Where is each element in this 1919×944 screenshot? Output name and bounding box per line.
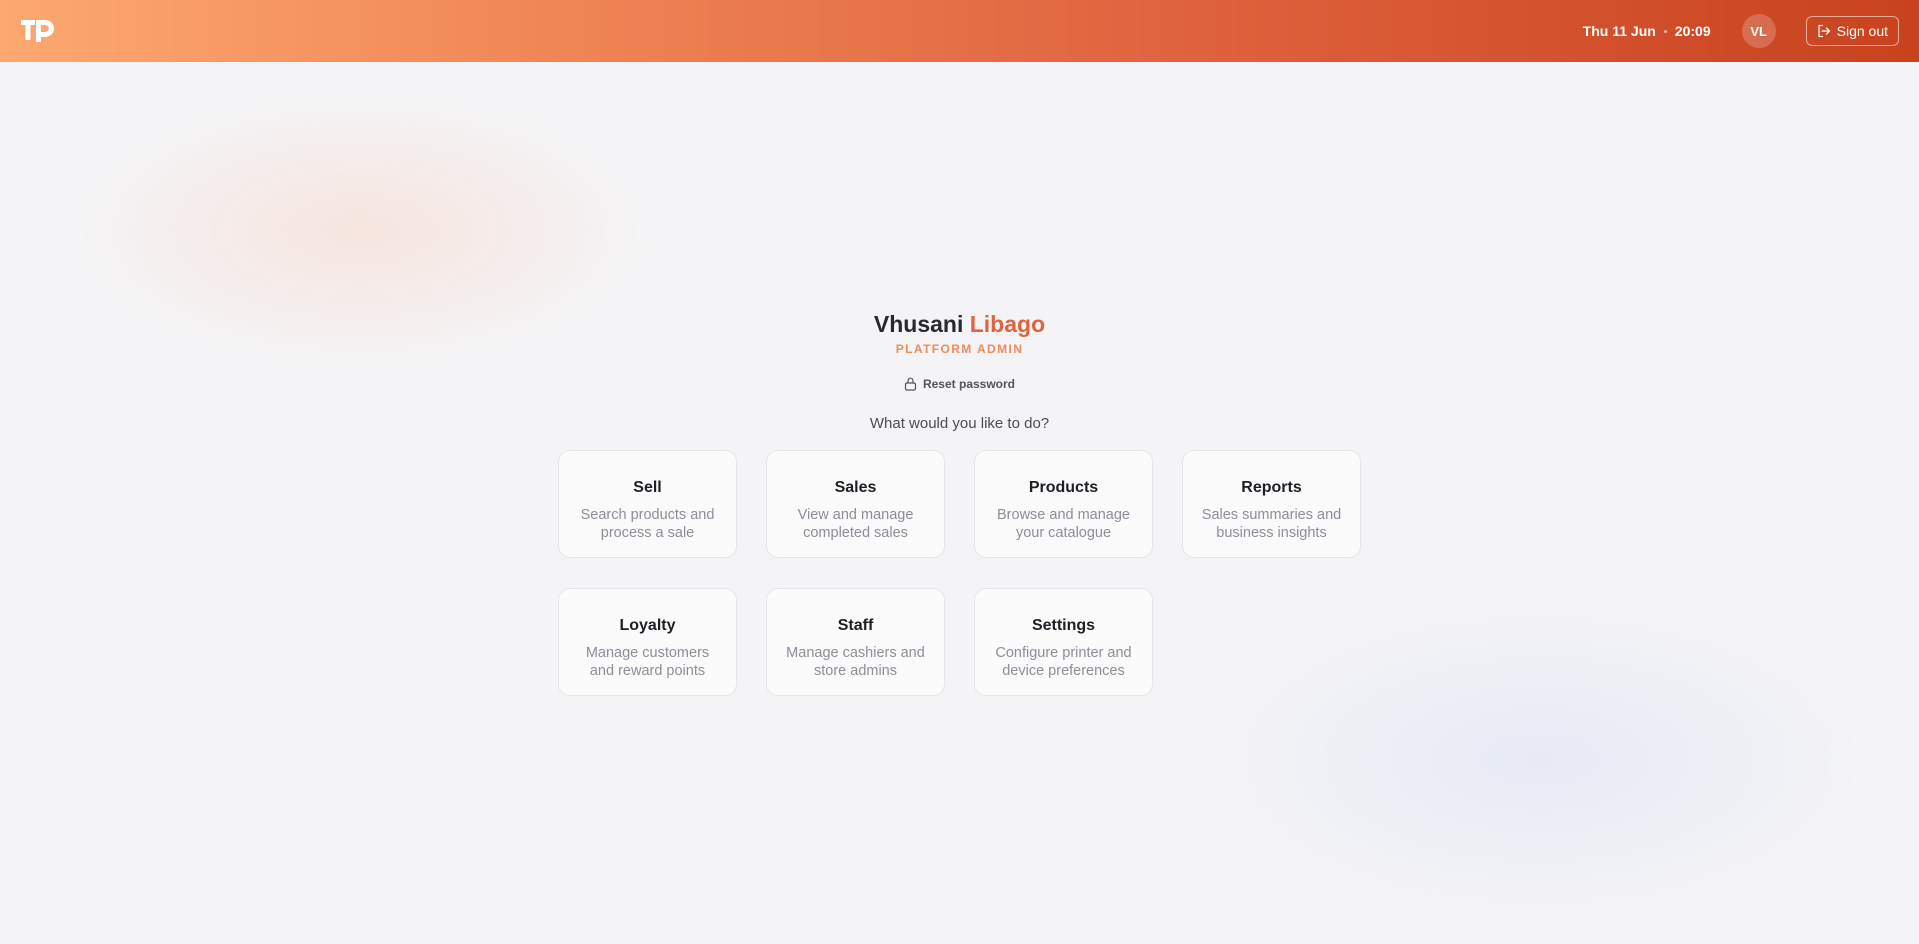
user-role: PLATFORM ADMIN [895,342,1024,356]
card-description: Manage customers and reward points [585,645,710,679]
dot-separator [1663,29,1667,33]
sign-out-label: Sign out [1836,23,1888,39]
card-title: Reports [1241,479,1302,496]
current-time: 20:09 [1674,23,1711,39]
top-bar: Thu 11 Jun 20:09 VL Sign out [0,0,1919,62]
reset-password-link[interactable]: Reset password [904,377,1015,391]
card-description: Sales summaries and business insights [1201,507,1342,541]
card-description: View and manage completed sales [797,507,914,541]
lock-icon [904,377,917,391]
card-title: Settings [1031,617,1096,634]
card-description: Search products and process a sale [580,507,715,541]
sign-out-button[interactable]: Sign out [1805,16,1899,46]
avatar[interactable]: VL [1741,14,1776,48]
card-staff[interactable]: Staff Manage cashiers and store admins [766,588,945,696]
user-last-name: Libago [969,311,1046,337]
card-title: Sales [834,479,877,496]
user-first-name: Vhusani [873,311,964,337]
card-sell[interactable]: Sell Search products and process a sale [558,450,737,558]
tp-logo-icon[interactable] [20,18,56,44]
card-reports[interactable]: Reports Sales summaries and business ins… [1182,450,1361,558]
sign-out-icon [1817,24,1830,38]
card-title: Sell [633,479,662,496]
card-description: Browse and manage your catalogue [997,507,1130,541]
action-prompt: What would you like to do? [869,415,1050,432]
current-date: Thu 11 Jun [1582,23,1656,39]
card-loyalty[interactable]: Loyalty Manage customers and reward poin… [558,588,737,696]
card-sales[interactable]: Sales View and manage completed sales [766,450,945,558]
user-name: Vhusani Libago [0,310,1919,338]
card-title: Loyalty [619,617,676,634]
card-description: Configure printer and device preferences [995,645,1132,679]
card-products[interactable]: Products Browse and manage your catalogu… [974,450,1153,558]
top-bar-right: Thu 11 Jun 20:09 VL Sign out [1583,14,1899,48]
card-title: Staff [837,617,874,634]
card-title: Products [1028,479,1099,496]
date-time: Thu 11 Jun 20:09 [1583,23,1711,39]
reset-password-label: Reset password [922,377,1016,391]
card-description: Manage cashiers and store admins [786,645,925,679]
reset-password-row: Reset password [0,377,1919,391]
card-settings[interactable]: Settings Configure printer and device pr… [974,588,1153,696]
background-glow [0,0,1919,944]
